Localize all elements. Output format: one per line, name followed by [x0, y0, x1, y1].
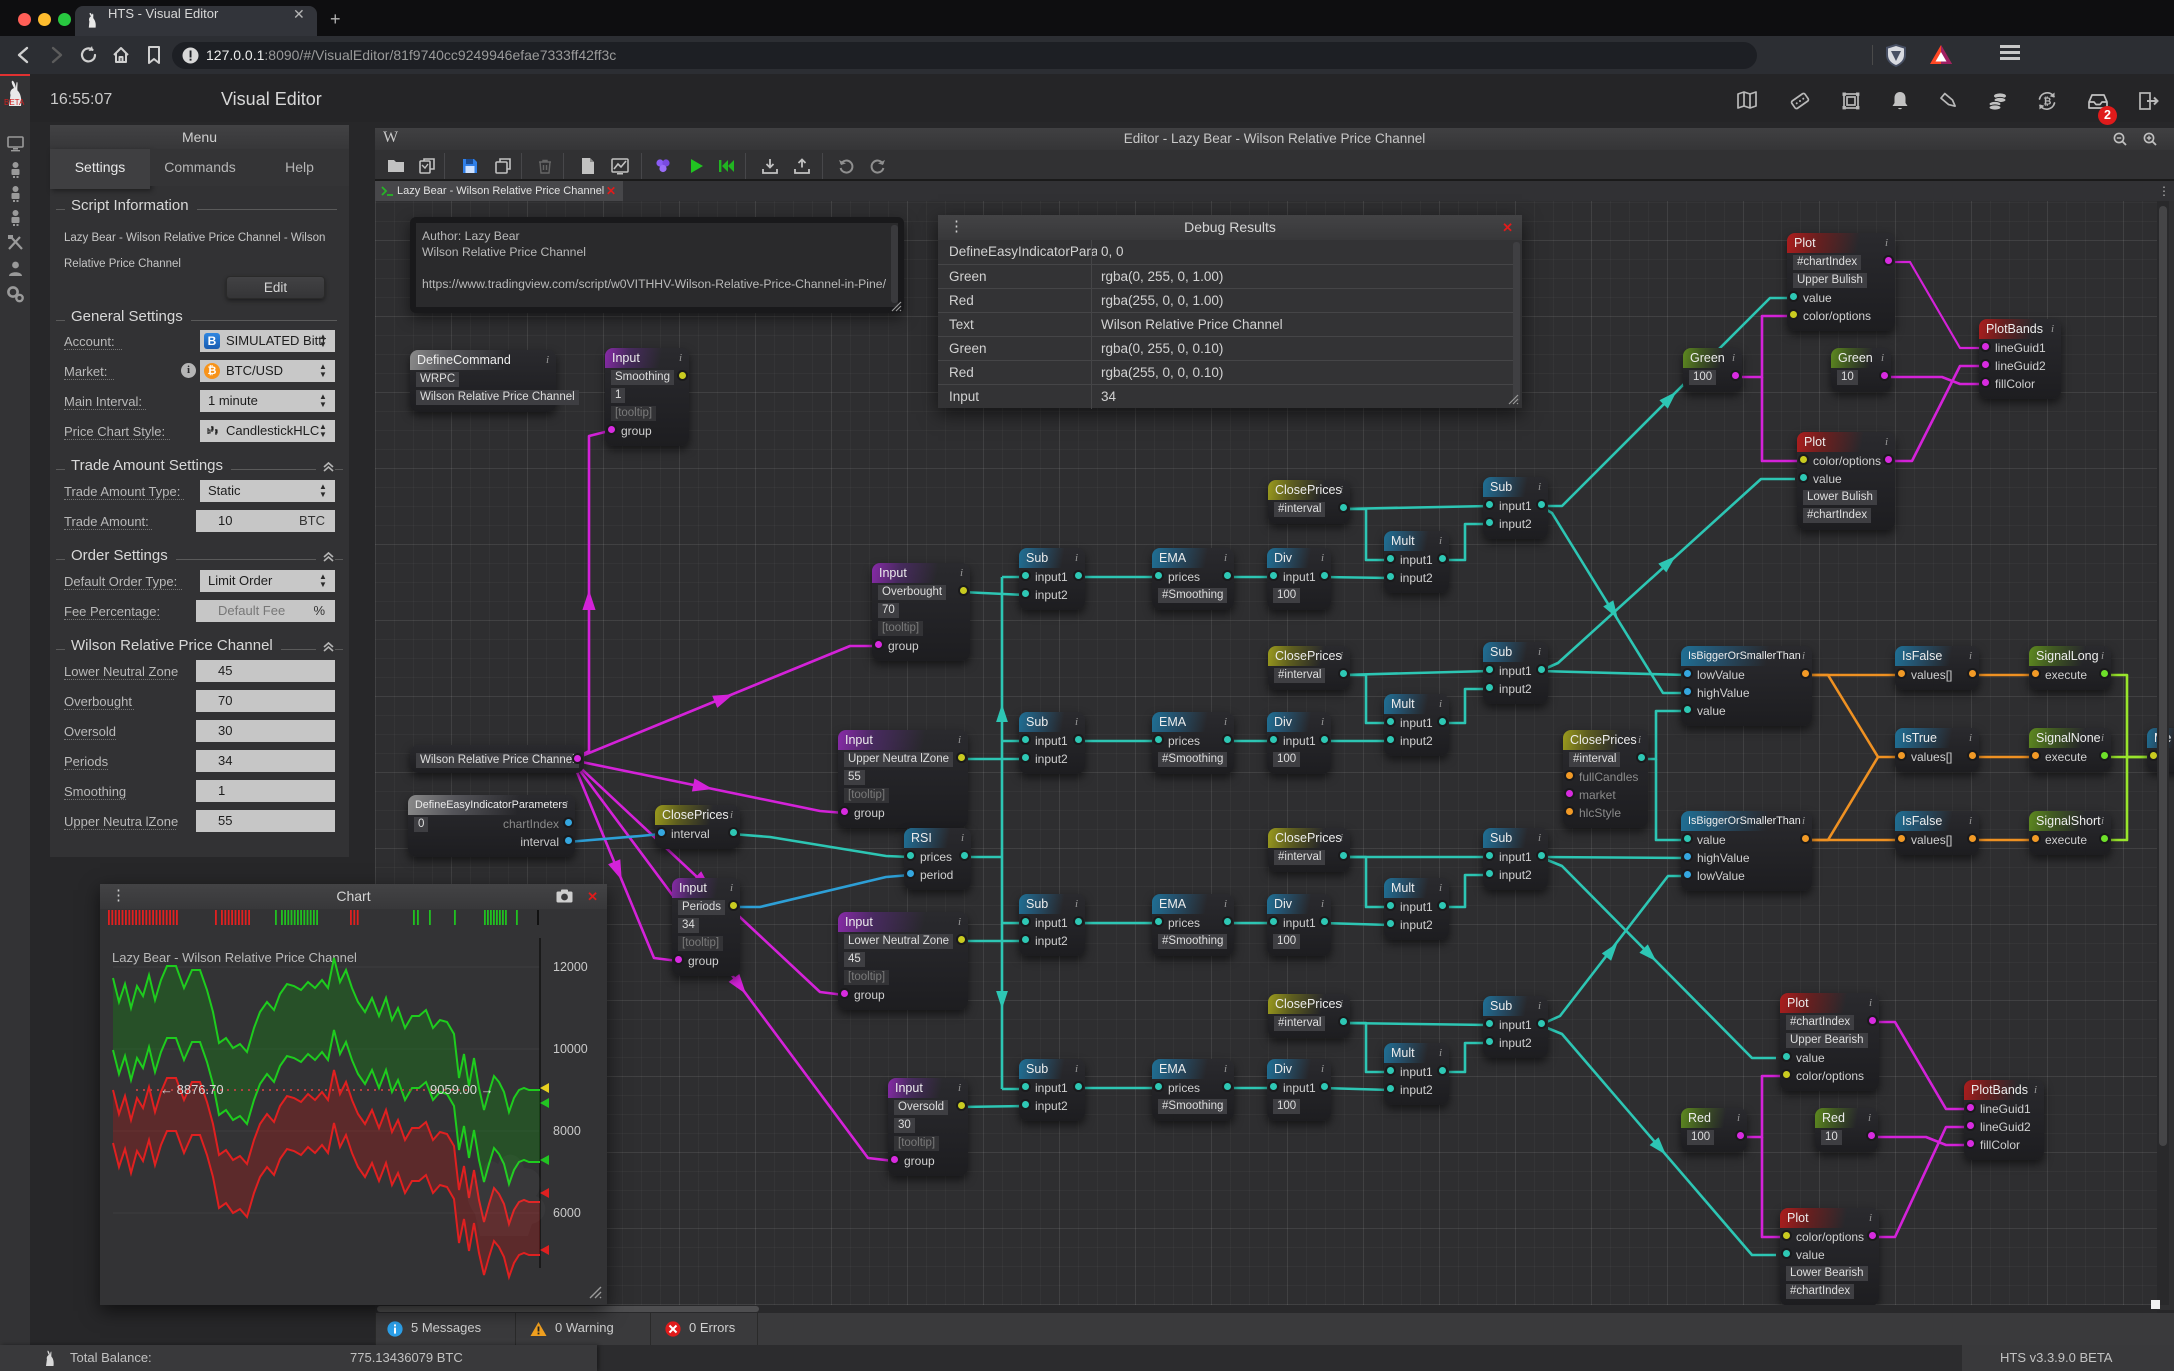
svg-text:10000: 10000 [553, 1042, 588, 1056]
svg-text:← 8876.70: ← 8876.70 [160, 1082, 224, 1097]
svg-text:₿: ₿ [2043, 96, 2051, 108]
svg-text:BETA: BETA [4, 98, 25, 107]
svg-text:12000: 12000 [553, 960, 588, 974]
svg-text:8000: 8000 [553, 1124, 581, 1138]
svg-text:9059.00 →: 9059.00 → [430, 1082, 494, 1097]
svg-text:6000: 6000 [553, 1206, 581, 1220]
